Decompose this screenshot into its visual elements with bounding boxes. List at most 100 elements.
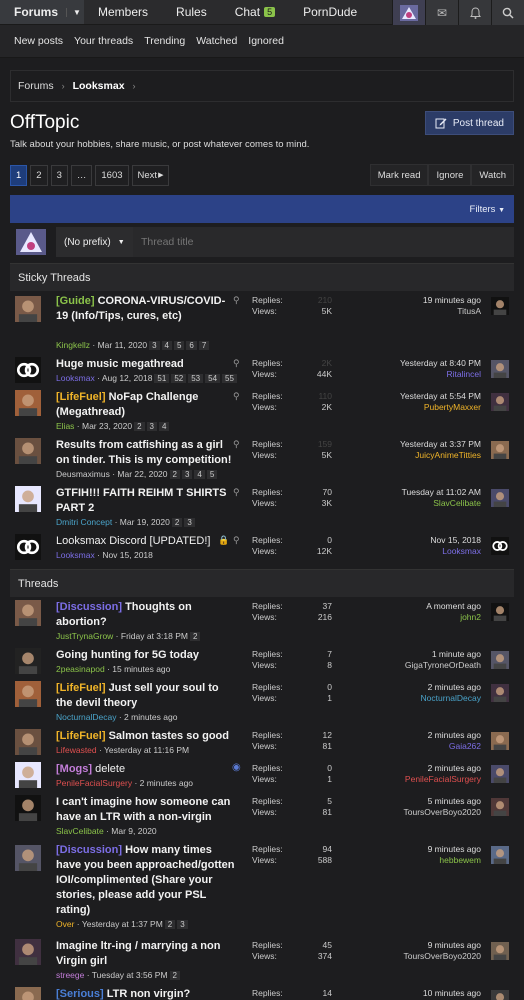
last-post-time[interactable]: 10 minutes ago [423, 988, 481, 999]
last-post-time[interactable]: 19 minutes ago [423, 295, 481, 306]
thread-prefix[interactable]: [LifeFuel] [56, 391, 106, 403]
thread-title[interactable]: [Discussion] How many times have you bee… [56, 843, 236, 918]
thread-prefix[interactable]: [Guide] [56, 295, 95, 307]
last-poster-avatar[interactable] [491, 297, 509, 315]
page-1[interactable]: 1 [10, 164, 28, 186]
thread-row[interactable]: GTFIH!!! FAITH REIHM T SHIRTS PART 2 Dmit… [10, 483, 514, 531]
page-ellipsis[interactable]: … [70, 164, 93, 186]
tab-chat[interactable]: Chat 5 [221, 0, 289, 24]
last-post-user[interactable]: hebbewem [428, 855, 481, 866]
thread-author[interactable]: Deusmaximus [56, 469, 110, 479]
last-poster-avatar[interactable] [491, 393, 509, 411]
thread-page-link[interactable]: 5 [206, 470, 218, 479]
thread-title[interactable]: [Guide] CORONA-VIRUS/COVID-19 (Info/Tips… [56, 294, 236, 324]
thread-page-link[interactable]: 2 [164, 920, 176, 929]
thread-page-link[interactable]: 7 [198, 341, 210, 350]
thread-title-input[interactable] [133, 227, 514, 257]
account-avatar[interactable] [392, 0, 425, 25]
last-post-user[interactable]: PubertyMaxxer [400, 402, 481, 413]
last-post-time[interactable]: Tuesday at 11:02 AM [402, 487, 481, 498]
thread-row[interactable]: [LifeFuel] NoFap Challenge (Megathread) E… [10, 387, 514, 435]
last-post[interactable]: A moment ago john2 [426, 601, 481, 623]
thread-page-link[interactable]: 5 [173, 341, 185, 350]
thread-author[interactable]: JustTrynaGrow [56, 631, 113, 641]
last-post-time[interactable]: 2 minutes ago [428, 730, 481, 741]
thread-row[interactable]: [Mogs] delete PenileFacialSurgery · 2 min… [10, 759, 514, 792]
thread-page-link[interactable]: 53 [188, 374, 204, 383]
thread-page-link[interactable]: 2 [189, 632, 201, 641]
last-post-time[interactable]: 9 minutes ago [404, 940, 481, 951]
thread-author[interactable]: Elias [56, 421, 74, 431]
thread-author[interactable]: NocturnalDecay [56, 712, 116, 722]
last-post[interactable]: 9 minutes ago hebbewem [428, 844, 481, 866]
avatar[interactable] [15, 438, 41, 464]
thread-title[interactable]: I can't imagine how someone can have an … [56, 795, 236, 825]
last-poster-avatar[interactable] [491, 651, 509, 669]
thread-title[interactable]: [Discussion] Thoughts on abortion? [56, 600, 236, 630]
thread-page-link[interactable]: 52 [171, 374, 187, 383]
thread-title[interactable]: [Mogs] delete [56, 762, 236, 777]
last-poster-avatar[interactable] [491, 732, 509, 750]
avatar[interactable] [15, 390, 41, 416]
last-post[interactable]: 10 minutes ago [423, 988, 481, 999]
last-post-user[interactable]: ToursOverBoyo2020 [404, 807, 482, 818]
avatar[interactable] [15, 600, 41, 626]
thread-page-link[interactable]: 3 [149, 341, 160, 350]
thread-page-link[interactable]: 3 [181, 470, 193, 479]
thread-title[interactable]: Imagine ltr-ing / marrying a non Virgin … [56, 939, 236, 969]
last-post-time[interactable]: 2 minutes ago [405, 763, 481, 774]
thread-page-link[interactable]: 4 [194, 470, 205, 479]
avatar[interactable] [15, 795, 41, 821]
thread-prefix[interactable]: [Discussion] [56, 844, 122, 856]
last-poster-avatar[interactable] [491, 537, 509, 555]
breadcrumb-looksmax[interactable]: Looksmax [73, 80, 125, 92]
thread-prefix[interactable]: [LifeFuel] [56, 682, 106, 694]
thread-title[interactable]: [LifeFuel] Salmon tastes so good [56, 729, 236, 744]
subnav-ignored[interactable]: Ignored [248, 35, 284, 47]
avatar[interactable] [15, 296, 41, 322]
post-thread-button[interactable]: Post thread [424, 111, 514, 135]
last-post-user[interactable]: GigaTyroneOrDeath [405, 660, 481, 671]
last-poster-avatar[interactable] [491, 489, 509, 507]
thread-author[interactable]: SlavCelibate [56, 826, 104, 836]
last-post-user[interactable]: SlavCelibate [402, 498, 481, 509]
last-post-user[interactable]: PenileFacialSurgery [405, 774, 481, 785]
thread-prefix[interactable]: [Discussion] [56, 601, 122, 613]
last-poster-avatar[interactable] [491, 990, 509, 1000]
thread-row[interactable]: [LifeFuel] Salmon tastes so good Lifewast… [10, 726, 514, 759]
thread-page-link[interactable]: 3 [146, 422, 157, 431]
last-post[interactable]: Tuesday at 11:02 AM SlavCelibate [402, 487, 481, 509]
avatar[interactable] [15, 357, 41, 383]
last-post-user[interactable]: Looksmax [430, 546, 481, 557]
subnav-watched[interactable]: Watched [196, 35, 237, 47]
thread-title[interactable]: Results from catfishing as a girl on tin… [56, 438, 236, 468]
thread-page-link[interactable]: 4 [159, 422, 170, 431]
last-post[interactable]: Yesterday at 3:37 PM JuicyAnimeTitties [400, 439, 481, 461]
avatar[interactable] [15, 845, 41, 871]
thread-title[interactable]: GTFIH!!! FAITH REIHM T SHIRTS PART 2 [56, 486, 236, 516]
avatar[interactable] [15, 486, 41, 512]
watch-button[interactable]: Watch [471, 164, 514, 186]
last-post[interactable]: 2 minutes ago PenileFacialSurgery [405, 763, 481, 785]
avatar[interactable] [15, 681, 41, 707]
thread-row[interactable]: [Serious] LTR non virgin? Replies: 14 10 mi… [10, 984, 514, 1000]
last-post-user[interactable]: Gaia262 [428, 741, 481, 752]
last-poster-avatar[interactable] [491, 846, 509, 864]
tab-porndude[interactable]: PornDude [289, 0, 371, 24]
last-post[interactable]: 2 minutes ago Gaia262 [428, 730, 481, 752]
thread-page-link[interactable]: 3 [184, 518, 195, 527]
tab-forums[interactable]: Forums ▼ [0, 0, 85, 24]
last-post-user[interactable]: ToursOverBoyo2020 [404, 951, 482, 962]
avatar[interactable] [15, 987, 41, 1000]
last-post-time[interactable]: 1 minute ago [405, 649, 481, 660]
last-post-time[interactable]: A moment ago [426, 601, 481, 612]
thread-title[interactable]: Looksmax Discord [UPDATED!] [56, 534, 236, 549]
last-post-user[interactable]: Ritalincel [400, 369, 482, 380]
thread-row[interactable]: Imagine ltr-ing / marrying a non Virgin … [10, 936, 514, 984]
thread-title[interactable]: [Serious] LTR non virgin? [56, 987, 236, 1000]
tab-members[interactable]: Members [84, 0, 162, 24]
last-post-user[interactable]: TitusA [423, 306, 481, 317]
next-page-button[interactable]: Next ▶ [131, 164, 170, 186]
last-poster-avatar[interactable] [491, 798, 509, 816]
last-post-user[interactable]: NocturnalDecay [421, 693, 481, 704]
